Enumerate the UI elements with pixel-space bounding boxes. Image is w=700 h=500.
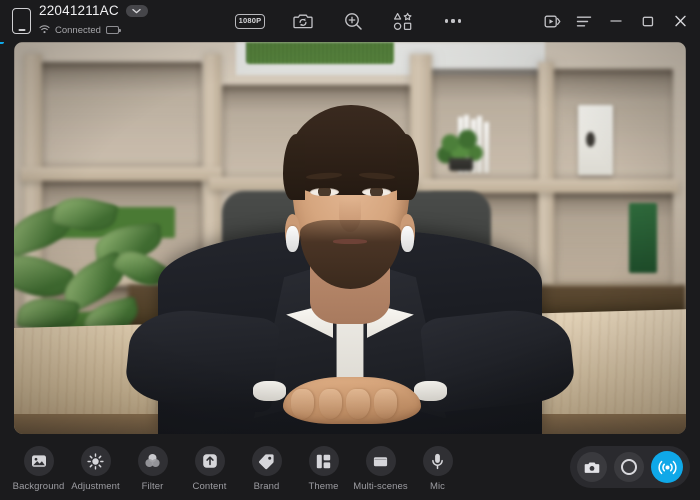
magnifier-plus-icon[interactable] — [341, 9, 365, 33]
capture-photo-button[interactable] — [577, 452, 607, 482]
feature-theme[interactable]: Theme — [295, 446, 352, 492]
preview-toolbar: 1080P — [235, 9, 465, 33]
broadcast-icon — [657, 460, 677, 474]
maximize-icon[interactable] — [634, 7, 662, 35]
earbud-right — [401, 226, 414, 253]
scenes-icon — [365, 446, 396, 476]
close-icon[interactable] — [666, 7, 694, 35]
app-window: 22041211AC Connected 1080P Background Ad… — [0, 0, 700, 500]
connection-status: Connected — [55, 24, 101, 36]
upload-arrow-icon — [194, 446, 225, 476]
device-selector[interactable]: 22041211AC Connected — [12, 3, 148, 39]
live-stream-button[interactable] — [651, 451, 683, 483]
feature-label: Multi-scenes — [353, 481, 408, 492]
eye-left — [309, 187, 339, 197]
person-subject — [14, 42, 686, 434]
bottom-toolbar: Background Adjustment Filter Content Bra… — [0, 434, 700, 500]
feature-content[interactable]: Content — [181, 446, 238, 492]
chevron-down-icon[interactable] — [125, 4, 148, 17]
window-controls — [538, 7, 694, 35]
clasped-hands — [282, 377, 421, 425]
resolution-badge[interactable]: 1080P — [235, 13, 265, 29]
wifi-icon — [39, 21, 50, 39]
video-preview[interactable] — [14, 42, 686, 434]
title-bar: 22041211AC Connected 1080P — [0, 0, 700, 42]
feature-buttons: Background Adjustment Filter Content Bra… — [10, 442, 466, 492]
camera-flip-icon[interactable] — [291, 9, 315, 33]
earbud-left — [286, 226, 299, 253]
device-info: 22041211AC Connected — [39, 3, 148, 39]
video-export-icon[interactable] — [538, 7, 566, 35]
brightness-icon — [80, 446, 111, 476]
feature-label: Adjustment — [71, 481, 120, 492]
minimize-icon[interactable] — [602, 7, 630, 35]
color-circles-icon — [137, 446, 168, 476]
layout-blocks-icon — [308, 446, 339, 476]
record-circle-icon — [621, 459, 637, 475]
feature-filter[interactable]: Filter — [124, 446, 181, 492]
action-buttons — [570, 446, 690, 488]
microphone-icon — [422, 446, 453, 476]
record-button[interactable] — [614, 452, 644, 482]
hair — [282, 104, 420, 201]
feature-brand[interactable]: Brand — [238, 446, 295, 492]
device-name: 22041211AC — [39, 3, 119, 18]
feature-adjustment[interactable]: Adjustment — [67, 446, 124, 492]
feature-label: Background — [12, 481, 65, 492]
feature-label: Filter — [141, 481, 164, 492]
hamburger-lines-icon[interactable] — [570, 7, 598, 35]
feature-label: Content — [192, 481, 227, 492]
image-icon — [23, 446, 54, 476]
ellipsis-icon[interactable] — [441, 9, 465, 33]
feature-label: Theme — [308, 481, 339, 492]
connection-row: Connected — [39, 21, 148, 39]
feature-multi-scenes[interactable]: Multi-scenes — [352, 446, 409, 492]
feature-background[interactable]: Background — [10, 446, 67, 492]
preview-stage — [0, 42, 700, 434]
mouth — [332, 238, 368, 244]
shapes-grid-icon[interactable] — [391, 9, 415, 33]
cuff-left — [252, 381, 287, 401]
phone-icon — [12, 8, 31, 34]
feature-label: Brand — [253, 481, 280, 492]
feature-mic[interactable]: Mic — [409, 446, 466, 492]
feature-label: Mic — [429, 481, 446, 492]
device-name-row: 22041211AC — [39, 3, 148, 18]
preview-scene — [14, 42, 686, 434]
tag-icon — [251, 446, 282, 476]
battery-icon — [105, 26, 121, 34]
eye-right — [362, 187, 391, 197]
